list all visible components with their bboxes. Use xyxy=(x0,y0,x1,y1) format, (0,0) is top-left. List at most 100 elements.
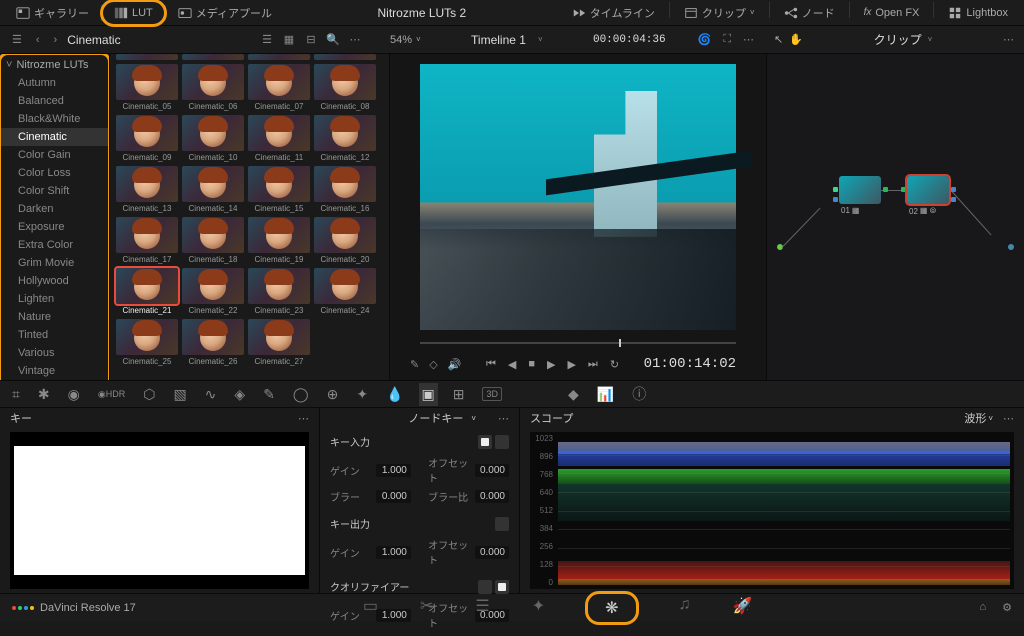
zoom-level[interactable]: 54%˅ xyxy=(390,34,421,46)
lut-item[interactable]: Cinematic_17 xyxy=(116,217,178,264)
lut-item[interactable]: Cinematic_25 xyxy=(116,319,178,366)
category-item[interactable]: Various xyxy=(0,344,109,362)
blur-icon[interactable]: 💧 xyxy=(386,386,403,403)
timeline-name[interactable]: Timeline 1 xyxy=(471,33,526,47)
lut-item[interactable]: Cinematic_15 xyxy=(248,166,310,213)
key-icon[interactable]: ▣ xyxy=(419,383,438,406)
category-item[interactable]: Balanced xyxy=(0,92,109,110)
lut-item[interactable]: Cinematic_27 xyxy=(248,319,310,366)
play-button[interactable]: ▶ xyxy=(547,358,555,371)
lut-item[interactable]: Cinematic_18 xyxy=(182,217,244,264)
offset-input[interactable]: 0.000 xyxy=(475,464,509,477)
options-icon[interactable]: ⋯ xyxy=(346,31,364,49)
lut-item[interactable]: Cinematic_13 xyxy=(116,166,178,213)
options-icon[interactable]: ⋯ xyxy=(498,412,509,425)
lut-item[interactable]: Cinematic_21 xyxy=(116,268,178,315)
magic-mask-icon[interactable]: ✦ xyxy=(356,386,368,403)
picker-icon[interactable]: ✎ xyxy=(410,358,419,371)
qualifier-icon[interactable]: ✎ xyxy=(263,386,275,403)
category-item[interactable]: Color Loss xyxy=(0,164,109,182)
3d-icon[interactable]: 3D xyxy=(482,387,502,401)
openfx-button[interactable]: fx Open FX xyxy=(856,2,928,24)
category-item[interactable]: Vintage xyxy=(0,362,109,380)
sizing-icon[interactable]: ⊞ xyxy=(453,386,465,403)
back-button[interactable]: ‹ xyxy=(32,34,44,46)
keyframe-icon[interactable]: ◆ xyxy=(568,386,579,403)
category-item[interactable]: Color Shift xyxy=(0,182,109,200)
category-item[interactable]: Grim Movie xyxy=(0,254,109,272)
category-item[interactable]: Lighten xyxy=(0,290,109,308)
lut-item[interactable]: Cinematic_10 xyxy=(182,115,244,162)
lut-item[interactable]: Cinematic_05 xyxy=(116,64,178,111)
category-item[interactable]: Hollywood xyxy=(0,272,109,290)
cut-page-button[interactable]: ✂ xyxy=(420,596,433,620)
lut-item[interactable]: Cinematic_11 xyxy=(248,115,310,162)
gallery-button[interactable]: ギャラリー xyxy=(8,2,97,24)
lut-item[interactable]: Cinematic_08 xyxy=(314,64,376,111)
lut-item[interactable]: Cinematic_22 xyxy=(182,268,244,315)
next-frame-button[interactable]: ▶ xyxy=(567,358,575,371)
edit-page-button[interactable]: ☰ xyxy=(475,596,489,620)
window-icon[interactable]: ◯ xyxy=(293,386,309,403)
blur-input[interactable]: 0.000 xyxy=(376,490,410,503)
scopes-icon[interactable]: 📊 xyxy=(597,386,614,403)
node-01[interactable] xyxy=(839,176,881,204)
category-item[interactable]: Nature xyxy=(0,308,109,326)
timeline-button[interactable]: タイムライン xyxy=(564,2,663,24)
lut-item[interactable]: Cinematic_24 xyxy=(314,268,376,315)
last-frame-button[interactable]: ⏭ xyxy=(588,358,598,371)
bypass-icon[interactable]: 🌀 xyxy=(698,33,712,46)
category-item[interactable]: Tinted xyxy=(0,326,109,344)
hand-icon[interactable]: ✋ xyxy=(789,33,803,46)
lut-item[interactable]: Cinematic_20 xyxy=(314,217,376,264)
grid-view-icon[interactable]: ▦ xyxy=(280,31,298,49)
lut-item[interactable]: Cinematic_06 xyxy=(182,64,244,111)
search-icon[interactable]: 🔍 xyxy=(324,31,342,49)
scope-mode[interactable]: 波形 xyxy=(964,410,986,426)
scrubber[interactable] xyxy=(390,338,766,348)
category-item[interactable]: Exposure xyxy=(0,218,109,236)
first-frame-button[interactable]: ⏮ xyxy=(486,358,496,371)
deliver-page-button[interactable]: 🚀 xyxy=(733,596,753,620)
media-pool-button[interactable]: メディアプール xyxy=(170,2,280,24)
wipe-icon[interactable]: ◇ xyxy=(429,358,437,371)
category-item[interactable]: Autumn xyxy=(0,74,109,92)
gain-input[interactable]: 1.000 xyxy=(376,464,410,477)
sidebar-toggle-icon[interactable]: ☰ xyxy=(8,33,26,46)
loop-button[interactable]: ↻ xyxy=(610,358,619,371)
gain-out-input[interactable]: 1.000 xyxy=(376,546,410,559)
invert-toggle[interactable] xyxy=(495,435,509,449)
lut-item[interactable]: Cinematic_23 xyxy=(248,268,310,315)
blur-ratio-input[interactable]: 0.000 xyxy=(475,490,509,503)
scope-canvas[interactable]: 10238967686405123842561280 xyxy=(530,432,1014,589)
toggle[interactable] xyxy=(495,580,509,594)
category-item[interactable]: Black&White xyxy=(0,110,109,128)
category-item[interactable]: Extra Color xyxy=(0,236,109,254)
color-warper-icon[interactable]: ◈ xyxy=(234,386,245,403)
color-page-button[interactable]: ❋ xyxy=(587,596,636,620)
lut-button[interactable]: LUT xyxy=(106,3,161,23)
node-02[interactable] xyxy=(907,176,949,204)
lut-item[interactable]: Cinematic_19 xyxy=(248,217,310,264)
toggle[interactable] xyxy=(478,580,492,594)
audio-icon[interactable]: 🔊 xyxy=(448,358,462,371)
node-button[interactable]: ノード xyxy=(776,2,843,24)
expand-icon[interactable]: ⛶ xyxy=(723,33,731,46)
lightbox-button[interactable]: Lightbox xyxy=(940,2,1016,24)
clips-label[interactable]: クリップ xyxy=(874,31,922,48)
stop-button[interactable]: ■ xyxy=(528,358,535,371)
forward-button[interactable]: › xyxy=(50,34,62,46)
category-item[interactable]: Color Gain xyxy=(0,146,109,164)
key-canvas[interactable] xyxy=(10,432,309,589)
media-page-button[interactable]: ▭ xyxy=(363,596,378,620)
list-view-icon[interactable]: ☰ xyxy=(258,31,276,49)
hdr-icon[interactable]: ◉HDR xyxy=(98,389,125,400)
matte-toggle[interactable] xyxy=(478,435,492,449)
offset-out-input[interactable]: 0.000 xyxy=(475,546,509,559)
category-parent[interactable]: Nitrozme LUTs xyxy=(0,56,109,74)
lut-item[interactable]: Cinematic_09 xyxy=(116,115,178,162)
lut-item[interactable]: Cinematic_16 xyxy=(314,166,376,213)
options-icon[interactable]: ⋯ xyxy=(1003,33,1014,46)
color-wheels-icon[interactable]: ◉ xyxy=(68,386,80,403)
lut-item[interactable]: Cinematic_12 xyxy=(314,115,376,162)
